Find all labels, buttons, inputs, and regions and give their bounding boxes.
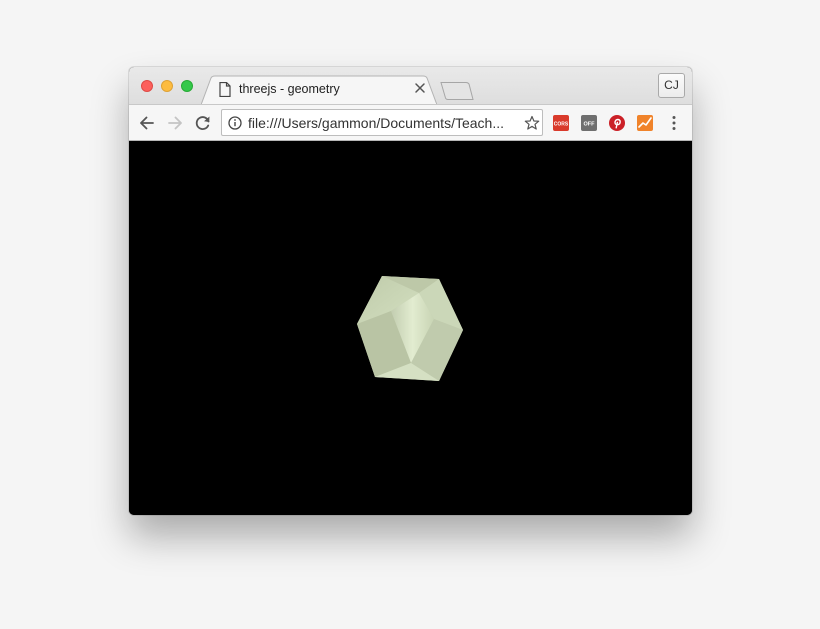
analytics-icon[interactable]: [637, 115, 653, 131]
info-icon[interactable]: [228, 116, 242, 130]
toolbar: file:///Users/gammon/Documents/Teach... …: [129, 104, 692, 141]
address-bar[interactable]: file:///Users/gammon/Documents/Teach...: [221, 109, 543, 136]
title-bar: threejs - geometry CJ: [129, 67, 692, 105]
svg-text:CORS: CORS: [554, 122, 569, 128]
new-tab-button[interactable]: [439, 81, 475, 101]
star-icon[interactable]: [524, 115, 540, 131]
close-window-button[interactable]: [141, 80, 153, 92]
webgl-canvas[interactable]: [129, 141, 692, 515]
cors-extension-icon[interactable]: CORS: [553, 115, 569, 131]
tab-threejs-geometry[interactable]: threejs - geometry: [201, 75, 437, 105]
browser-window: threejs - geometry CJ file:///Users/gamm…: [129, 67, 692, 515]
reload-icon[interactable]: [193, 113, 213, 133]
pinterest-icon[interactable]: [609, 115, 625, 131]
icosahedron-render: [357, 276, 463, 381]
profile-button[interactable]: CJ: [658, 73, 685, 98]
svg-text:OFF: OFF: [584, 122, 596, 128]
document-icon: [219, 82, 231, 97]
forward-arrow-icon[interactable]: [165, 113, 185, 133]
minimize-window-button[interactable]: [161, 80, 173, 92]
close-icon[interactable]: [413, 81, 427, 95]
tab-title: threejs - geometry: [239, 82, 340, 96]
more-vert-icon[interactable]: [668, 115, 680, 131]
url-text[interactable]: file:///Users/gammon/Documents/Teach...: [248, 115, 504, 131]
zoom-window-button[interactable]: [181, 80, 193, 92]
off-extension-icon[interactable]: OFF: [581, 115, 597, 131]
icosahedron: [357, 276, 463, 381]
back-arrow-icon[interactable]: [137, 113, 157, 133]
